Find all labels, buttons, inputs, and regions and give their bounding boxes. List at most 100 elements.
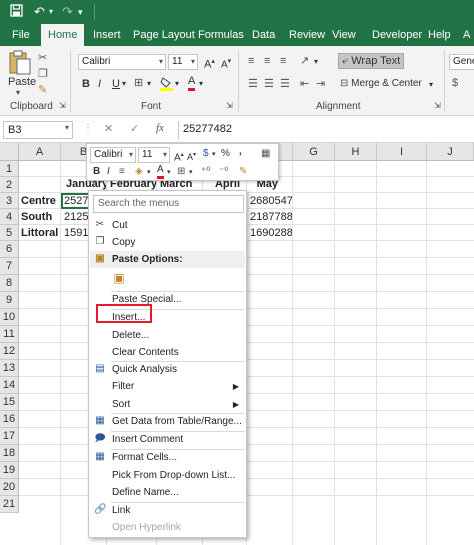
column-header[interactable]: J xyxy=(427,143,474,161)
cancel-icon[interactable]: ✕ xyxy=(104,122,113,135)
enter-icon[interactable]: ✓ xyxy=(130,122,139,135)
name-box[interactable]: B3 xyxy=(3,121,73,139)
menu-search-input[interactable]: Search the menus xyxy=(93,195,244,213)
align-center-icon[interactable]: ☰ xyxy=(264,77,274,91)
column-header[interactable]: G xyxy=(293,143,335,161)
menu-item-pick-dropdown[interactable]: Pick From Drop-down List... xyxy=(90,467,245,484)
accounting-dropdown-icon[interactable]: ▾ xyxy=(212,148,216,162)
tab-home[interactable]: Home xyxy=(41,24,85,46)
tab-file[interactable]: File xyxy=(12,24,30,46)
row-header[interactable]: 5 xyxy=(0,225,19,241)
menu-item-clear-contents[interactable]: Clear Contents xyxy=(90,344,245,361)
tab-data[interactable]: Data xyxy=(252,24,275,46)
row-header[interactable]: 10 xyxy=(0,309,19,326)
row-header[interactable]: 9 xyxy=(0,292,19,309)
redo-icon[interactable]: ↷ xyxy=(62,4,73,20)
tab-review[interactable]: Review xyxy=(289,24,325,46)
increase-decimal-icon[interactable]: ⁺⁰ xyxy=(201,165,210,179)
wrap-text-button[interactable]: ⤶ Wrap Text xyxy=(338,53,405,69)
name-box-dropdown-icon[interactable]: ▾ xyxy=(65,123,69,132)
tab-truncated[interactable]: A xyxy=(463,24,470,46)
comma-button[interactable]: , xyxy=(239,145,242,159)
row-header[interactable]: 2 xyxy=(0,177,19,193)
menu-item-copy[interactable]: ❐ Copy xyxy=(90,234,245,251)
merge-center-button[interactable]: ⊟ Merge & Center xyxy=(340,77,422,91)
align-right-icon[interactable]: ☰ xyxy=(280,77,290,91)
row-header[interactable]: 3 xyxy=(0,193,19,209)
font-launcher-icon[interactable]: ⇲ xyxy=(226,101,233,110)
mini-size-combo[interactable]: 11 ▾ xyxy=(138,147,170,163)
cell-f3[interactable]: 26805477 xyxy=(248,194,292,208)
align-center-icon[interactable]: ≡ xyxy=(119,165,125,179)
merge-dropdown-icon[interactable]: ▾ xyxy=(429,78,433,92)
menu-item-define-name[interactable]: Define Name... xyxy=(90,484,245,501)
fill-color-dropdown-icon[interactable]: ▾ xyxy=(175,77,179,91)
save-icon[interactable] xyxy=(10,4,23,21)
font-color-icon[interactable]: A xyxy=(188,75,196,91)
row-header[interactable]: 11 xyxy=(0,326,19,343)
format-painter-icon[interactable]: ✎ xyxy=(239,165,247,179)
row-header[interactable]: 4 xyxy=(0,209,19,225)
row-header[interactable]: 14 xyxy=(0,377,19,394)
row-header[interactable]: 7 xyxy=(0,258,19,275)
row-header[interactable]: 19 xyxy=(0,462,19,479)
borders-icon[interactable]: ⊞ xyxy=(177,165,185,179)
decrease-decimal-icon[interactable]: ⁻⁰ xyxy=(219,165,228,179)
cell-a4[interactable]: South xyxy=(19,210,60,224)
font-color-dropdown-icon[interactable]: ▾ xyxy=(199,77,203,91)
clipboard-launcher-icon[interactable]: ⇲ xyxy=(59,101,66,110)
column-header[interactable]: A xyxy=(19,143,61,161)
orientation-dropdown-icon[interactable]: ▾ xyxy=(314,55,318,69)
row-header[interactable]: 13 xyxy=(0,360,19,377)
tab-developer[interactable]: Developer xyxy=(372,24,422,46)
row-header[interactable]: 1 xyxy=(0,161,19,177)
accounting-format-icon[interactable]: $ xyxy=(452,76,458,90)
tab-formulas[interactable]: Formulas xyxy=(198,24,244,46)
underline-button[interactable]: U xyxy=(112,77,120,91)
row-header[interactable]: 12 xyxy=(0,343,19,360)
orientation-icon[interactable]: ↗ xyxy=(300,54,309,68)
cell-f4[interactable]: 21877882 xyxy=(248,210,292,224)
menu-item-filter[interactable]: Filter ▶ xyxy=(90,378,245,395)
grow-font-icon[interactable]: A▴ xyxy=(204,55,215,72)
mini-bold-button[interactable]: B xyxy=(93,165,100,179)
paste-icon[interactable] xyxy=(8,50,32,79)
borders-dropdown-icon[interactable]: ▾ xyxy=(147,77,151,91)
increase-indent-icon[interactable]: ⇥ xyxy=(316,77,325,91)
font-color-dropdown-icon[interactable]: ▾ xyxy=(167,166,171,180)
borders-dropdown-icon[interactable]: ▾ xyxy=(189,166,193,180)
cut-icon[interactable]: ✂ xyxy=(38,51,47,65)
decrease-indent-icon[interactable]: ⇤ xyxy=(300,77,309,91)
select-all-corner[interactable] xyxy=(0,143,19,161)
tab-insert[interactable]: Insert xyxy=(93,24,121,46)
column-header[interactable]: I xyxy=(377,143,427,161)
align-left-icon[interactable]: ☰ xyxy=(248,77,258,91)
underline-dropdown-icon[interactable]: ▾ xyxy=(122,77,126,91)
tab-page-layout[interactable]: Page Layout xyxy=(133,24,195,46)
menu-item-get-data[interactable]: ▦ Get Data from Table/Range... xyxy=(90,413,245,430)
accounting-format-icon[interactable]: $ xyxy=(203,147,209,161)
format-painter-icon[interactable]: ✎ xyxy=(38,83,47,97)
column-header[interactable]: H xyxy=(335,143,377,161)
bold-button[interactable]: B xyxy=(82,77,90,91)
mini-font-combo[interactable]: Calibri ▾ xyxy=(90,147,136,163)
align-bottom-icon[interactable]: ≡ xyxy=(280,54,286,68)
paste-button[interactable]: Paste xyxy=(8,76,36,88)
row-header[interactable]: 16 xyxy=(0,411,19,428)
format-table-icon[interactable]: ▦ xyxy=(261,147,270,161)
borders-icon[interactable]: ⊞ xyxy=(134,76,143,90)
align-top-icon[interactable]: ≡ xyxy=(248,54,254,68)
cell-a3[interactable]: Centre xyxy=(19,194,60,208)
font-size-combo[interactable]: 11 ▾ xyxy=(168,54,198,70)
percent-button[interactable]: % xyxy=(221,147,230,161)
menu-item-link[interactable]: 🔗 Link xyxy=(90,502,245,519)
italic-button[interactable]: I xyxy=(98,77,101,91)
menu-item-delete[interactable]: Delete... xyxy=(90,327,245,344)
row-header[interactable]: 21 xyxy=(0,496,19,513)
mini-italic-button[interactable]: I xyxy=(107,165,110,179)
menu-item-format-cells[interactable]: ▦ Format Cells... xyxy=(90,449,245,466)
row-header[interactable]: 8 xyxy=(0,275,19,292)
row-header[interactable]: 20 xyxy=(0,479,19,496)
menu-item-quick-analysis[interactable]: ▤ Quick Analysis xyxy=(90,361,245,378)
customize-qat-icon[interactable]: ▾ xyxy=(78,4,83,20)
